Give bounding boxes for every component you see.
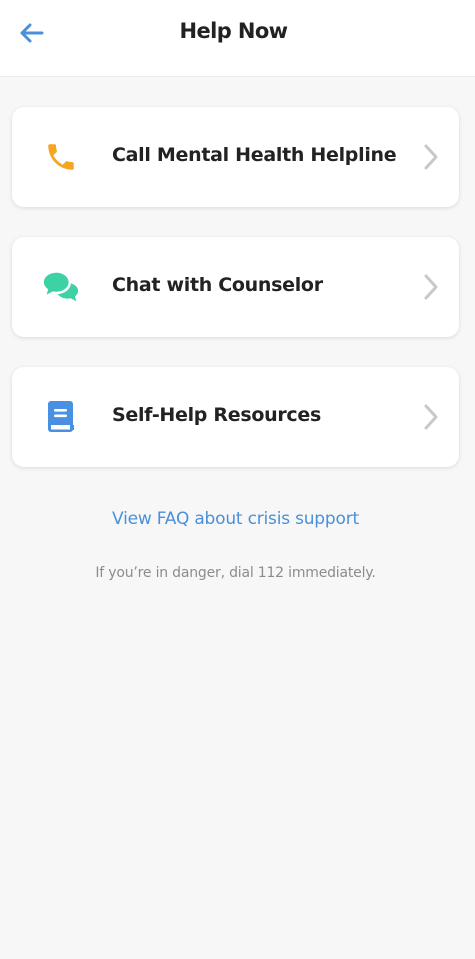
danger-note: If you’re in danger, dial 112 immediatel… — [95, 565, 376, 581]
self-help-resources-button[interactable]: Self-Help Resources — [12, 367, 459, 467]
app-header: Help Now — [0, 0, 475, 77]
book-icon — [42, 399, 80, 435]
phone-icon — [42, 139, 80, 175]
chat-counselor-label: Chat with Counselor — [112, 274, 323, 296]
call-helpline-label: Call Mental Health Helpline — [112, 144, 397, 166]
chat-counselor-button[interactable]: Chat with Counselor — [12, 237, 459, 337]
faq-link[interactable]: View FAQ about crisis support — [0, 509, 471, 529]
chevron-right-icon — [419, 271, 443, 303]
chat-bubbles-icon — [42, 269, 80, 305]
call-helpline-button[interactable]: Call Mental Health Helpline — [12, 107, 459, 207]
self-help-resources-label: Self-Help Resources — [112, 404, 321, 426]
page-title: Help Now — [179, 19, 289, 43]
chevron-right-icon — [419, 141, 443, 173]
chevron-right-icon — [419, 401, 443, 433]
